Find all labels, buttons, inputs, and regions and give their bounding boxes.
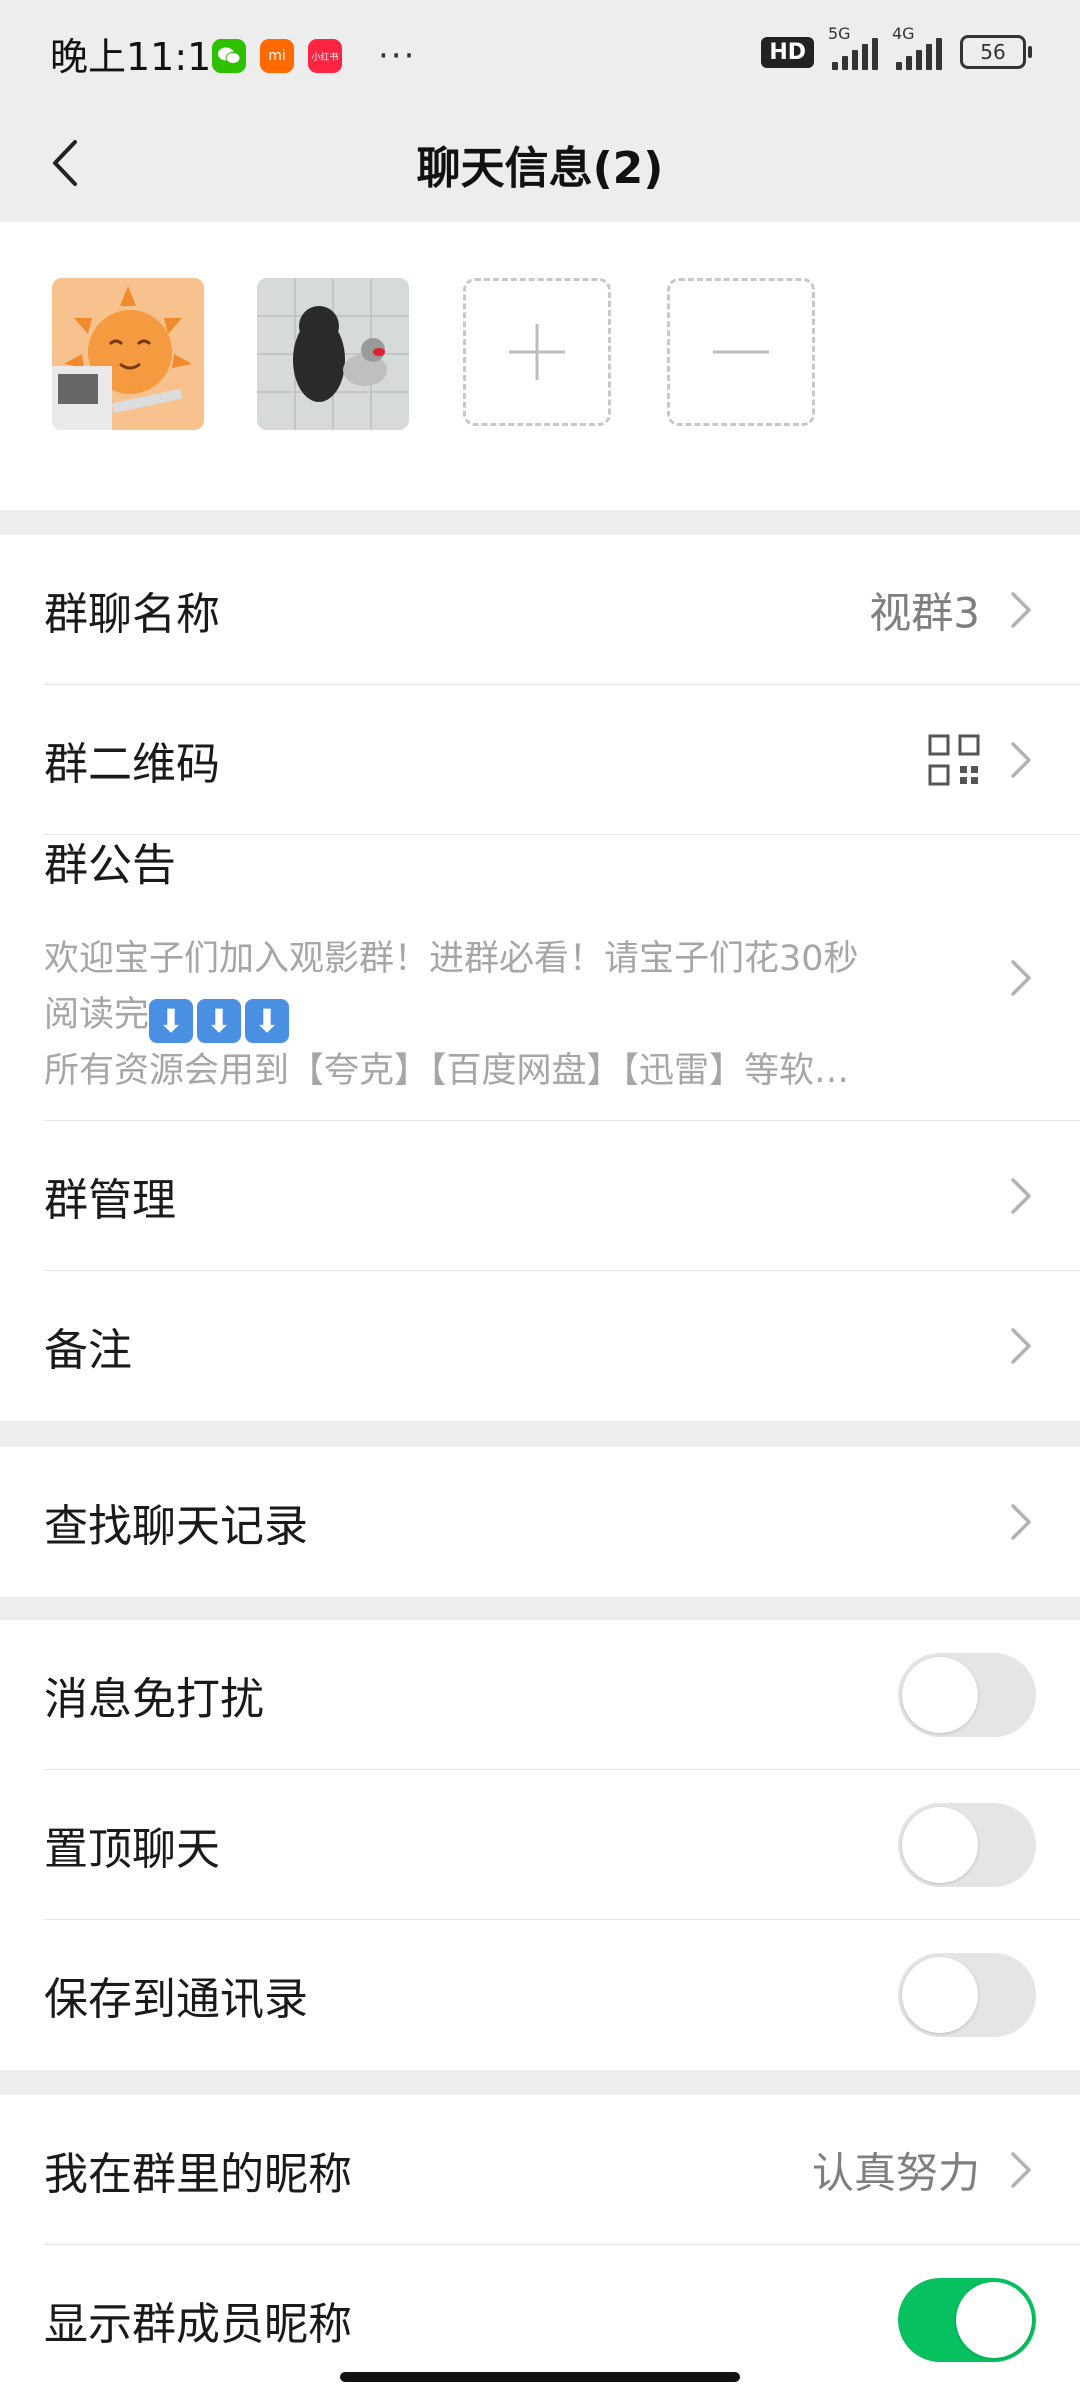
nickname-section: 我在群里的昵称 认真努力 显示群成员昵称 xyxy=(0,2095,1080,2400)
member-grid xyxy=(0,222,1080,510)
add-member-button[interactable] xyxy=(463,278,611,426)
remark-label: 备注 xyxy=(44,1325,132,1376)
group-info-section: 群聊名称 视群3 群二维码 群公告 欢迎宝子们加入观影群！进群必看！请宝子们花3… xyxy=(0,535,1080,1421)
show-nicknames-label: 显示群成员昵称 xyxy=(44,2299,352,2350)
down-arrow-emoji-icon: ⬇ xyxy=(149,999,194,1043)
search-history-row[interactable]: 查找聊天记录 xyxy=(0,1447,1080,1597)
sun-avatar-image xyxy=(52,278,204,430)
remark-row[interactable]: 备注 xyxy=(0,1271,1080,1421)
mi-icon: mi xyxy=(260,39,294,73)
status-indicators: HD 5G 4G 56 xyxy=(761,24,1032,70)
group-name-row[interactable]: 群聊名称 视群3 xyxy=(0,535,1080,685)
xiaohongshu-icon: 小红书 xyxy=(308,39,342,73)
search-history-label: 查找聊天记录 xyxy=(44,1501,308,1552)
mute-label: 消息免打扰 xyxy=(44,1674,264,1725)
mute-row: 消息免打扰 xyxy=(0,1620,1080,1770)
nav-bar: 聊天信息(2) xyxy=(0,104,1080,222)
pin-row: 置顶聊天 xyxy=(0,1770,1080,1920)
chevron-right-icon xyxy=(1011,1504,1031,1540)
minus-icon xyxy=(713,350,769,354)
status-app-icons: mi 小红书 ··· xyxy=(212,36,416,76)
plus-icon xyxy=(509,324,565,380)
group-name-value: 视群3 xyxy=(869,588,980,638)
group-notice-text: 欢迎宝子们加入观影群！进群必看！请宝子们花30秒 阅读完 ⬇ ⬇ ⬇ 所有资源会用到【… xyxy=(44,931,940,1099)
chevron-right-icon xyxy=(1011,592,1031,628)
group-manage-label: 群管理 xyxy=(44,1175,176,1226)
chevron-right-icon xyxy=(1011,1328,1031,1364)
save-contacts-toggle[interactable] xyxy=(898,1953,1036,2037)
member-avatar-sun[interactable] xyxy=(52,278,204,430)
qr-code-icon xyxy=(928,734,980,786)
save-contacts-label: 保存到通讯录 xyxy=(44,1974,308,2025)
battery-level: 56 xyxy=(980,40,1006,64)
notice-line-2-text: 阅读完 xyxy=(44,995,150,1035)
group-name-label: 群聊名称 xyxy=(44,589,220,640)
signal-5g-icon: 5G xyxy=(828,24,878,70)
hd-icon: HD xyxy=(761,36,814,68)
group-qr-label: 群二维码 xyxy=(44,739,220,790)
battery-icon: 56 xyxy=(960,35,1032,69)
penguin-avatar-image xyxy=(257,278,409,430)
chevron-right-icon xyxy=(1011,2152,1031,2188)
remove-member-button[interactable] xyxy=(667,278,815,426)
page-title: 聊天信息(2) xyxy=(416,143,664,194)
notice-line-2: 阅读完 ⬇ ⬇ ⬇ xyxy=(44,987,940,1043)
toggles-section: 消息免打扰 置顶聊天 保存到通讯录 xyxy=(0,1620,1080,2070)
group-notice-row[interactable]: 群公告 欢迎宝子们加入观影群！进群必看！请宝子们花30秒 阅读完 ⬇ ⬇ ⬇ 所有资源… xyxy=(0,835,1080,1121)
status-bar: 晚上11:14 mi 小红书 ··· HD 5G 4G 56 xyxy=(0,0,1080,104)
status-more-icon: ··· xyxy=(378,36,417,76)
pin-label: 置顶聊天 xyxy=(44,1824,220,1875)
pin-toggle[interactable] xyxy=(898,1803,1036,1887)
signal-4g-icon: 4G xyxy=(892,24,942,70)
search-section: 查找聊天记录 xyxy=(0,1447,1080,1597)
group-qr-row[interactable]: 群二维码 xyxy=(0,685,1080,835)
chevron-right-icon xyxy=(1011,742,1031,778)
mi-icon-label: mi xyxy=(268,48,286,64)
down-arrow-emoji-icon: ⬇ xyxy=(197,999,242,1043)
xiaohongshu-icon-label: 小红书 xyxy=(311,52,339,63)
my-nickname-value: 认真努力 xyxy=(811,2148,980,2198)
down-arrow-emoji-icon: ⬇ xyxy=(245,999,290,1043)
show-nicknames-toggle[interactable] xyxy=(898,2278,1036,2362)
wechat-icon xyxy=(212,39,246,73)
signal-5g-label: 5G xyxy=(828,24,851,43)
group-notice-label: 群公告 xyxy=(44,840,176,891)
group-manage-row[interactable]: 群管理 xyxy=(0,1121,1080,1271)
notice-line-3: 所有资源会用到【夸克】【百度网盘】【迅雷】等软… xyxy=(44,1051,850,1091)
my-nickname-label: 我在群里的昵称 xyxy=(44,2149,352,2200)
signal-4g-label: 4G xyxy=(892,24,915,43)
home-indicator[interactable] xyxy=(340,2372,740,2382)
my-nickname-row[interactable]: 我在群里的昵称 认真努力 xyxy=(0,2095,1080,2245)
member-avatar-penguin[interactable] xyxy=(257,278,409,430)
chevron-right-icon xyxy=(1011,1178,1031,1214)
chevron-right-icon xyxy=(1011,960,1031,996)
mute-toggle[interactable] xyxy=(898,1653,1036,1737)
save-contacts-row: 保存到通讯录 xyxy=(0,1920,1080,2070)
status-time: 晚上11:14 xyxy=(50,35,236,79)
notice-line-1: 欢迎宝子们加入观影群！进群必看！请宝子们花30秒 xyxy=(44,939,859,979)
